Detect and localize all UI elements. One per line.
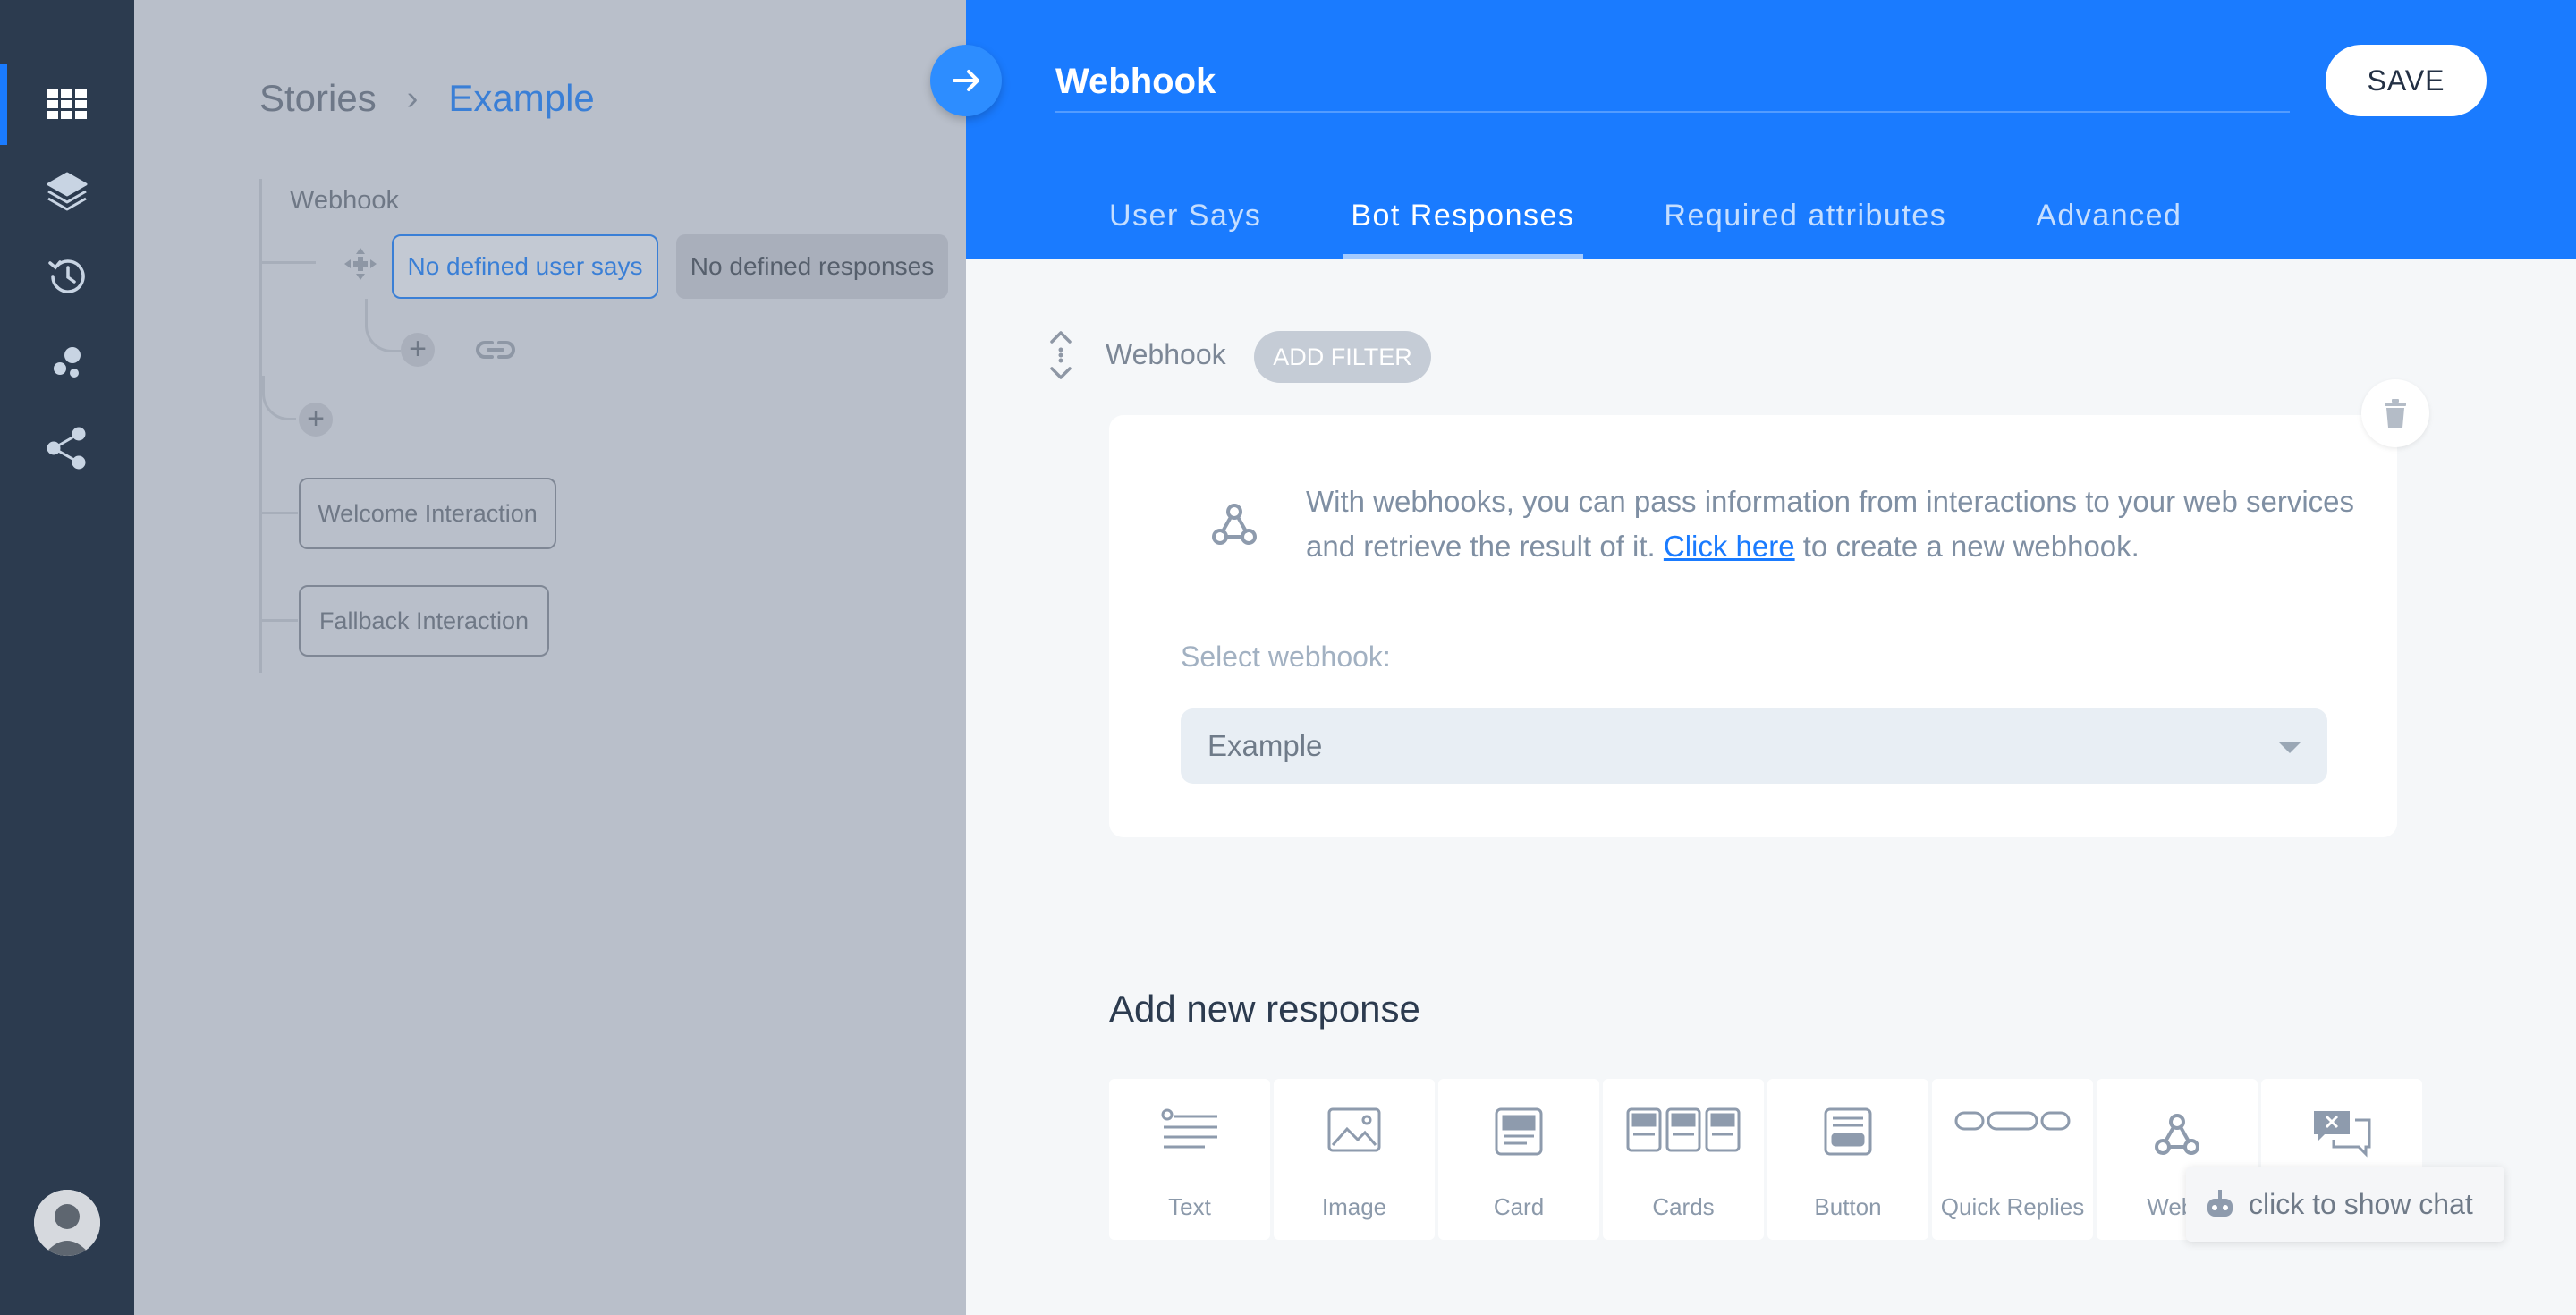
add-interaction-button[interactable]: + xyxy=(299,403,333,437)
robot-icon xyxy=(2207,1190,2233,1217)
add-filter-button[interactable]: ADD FILTER xyxy=(1254,331,1431,383)
response-type-text[interactable]: Text xyxy=(1109,1079,1270,1240)
tree-branch xyxy=(262,261,316,264)
fallback-interaction-node[interactable]: Fallback Interaction xyxy=(299,585,549,657)
bubbles-icon xyxy=(54,347,80,378)
tab-advanced[interactable]: Advanced xyxy=(2036,188,2182,259)
tree-branch xyxy=(262,376,296,420)
webhook-icon xyxy=(1212,504,1257,545)
tab-bot-responses[interactable]: Bot Responses xyxy=(1343,188,1584,259)
breadcrumb-separator-icon: › xyxy=(406,79,419,117)
responses-pill[interactable]: No defined responses xyxy=(676,234,948,299)
response-type-cards[interactable]: Cards xyxy=(1603,1079,1764,1240)
tree-branch xyxy=(262,512,298,514)
grid-icon xyxy=(47,89,87,119)
breadcrumb-stories[interactable]: Stories xyxy=(259,77,377,120)
sidebar-item-layers[interactable] xyxy=(0,150,134,231)
welcome-interaction-node[interactable]: Welcome Interaction xyxy=(299,478,556,549)
add-response-title: Add new response xyxy=(1109,988,1420,1030)
drag-handle-icon[interactable] xyxy=(1043,329,1079,381)
add-child-button[interactable]: + xyxy=(401,333,435,367)
quick-replies-icon xyxy=(1954,1111,2071,1131)
story-canvas: Stories › Example Webhook No defined use… xyxy=(134,0,966,1315)
tree-branch xyxy=(365,299,401,352)
arrow-right-icon xyxy=(953,70,979,91)
sidebar-item-stories[interactable] xyxy=(0,64,134,145)
response-type-image[interactable]: Image xyxy=(1274,1079,1435,1240)
response-type-card[interactable]: Card xyxy=(1438,1079,1599,1240)
response-type-label: Text xyxy=(1168,1193,1211,1220)
interaction-title-input[interactable]: Webhook xyxy=(1055,52,2290,113)
interaction-editor-panel: Webhook SAVE User Says Bot Responses Req… xyxy=(966,0,2576,1315)
sidebar-item-share[interactable] xyxy=(0,408,134,488)
breadcrumb: Stories › Example xyxy=(259,77,595,120)
webhook-select[interactable]: Example xyxy=(1181,708,2327,784)
chat-close-icon xyxy=(2314,1111,2371,1158)
select-webhook-label: Select webhook: xyxy=(1181,641,1391,673)
delete-response-button[interactable] xyxy=(2361,379,2429,447)
response-type-label: Button xyxy=(1814,1193,1882,1220)
tree-trunk xyxy=(259,179,262,673)
response-type-label: Webhook xyxy=(1106,338,1226,370)
show-chat-label: click to show chat xyxy=(2249,1187,2473,1220)
sidebar-item-history[interactable] xyxy=(0,236,134,317)
breadcrumb-current: Example xyxy=(448,77,595,119)
avatar[interactable] xyxy=(34,1190,100,1256)
user-avatar-icon xyxy=(34,1190,100,1256)
collapse-panel-button[interactable] xyxy=(930,45,1002,116)
cards-icon xyxy=(1626,1107,1741,1152)
response-type-button[interactable]: Button xyxy=(1767,1079,1928,1240)
link-icon[interactable] xyxy=(474,336,517,363)
node-title: Webhook xyxy=(290,186,399,215)
sidebar-item-bubbles[interactable] xyxy=(0,322,134,403)
card-icon xyxy=(1495,1107,1543,1156)
response-type-quick-replies[interactable]: Quick Replies xyxy=(1932,1079,2093,1240)
webhook-info-text: With webhooks, you can pass information … xyxy=(1306,479,2379,569)
sidebar xyxy=(0,0,134,1315)
show-chat-toast[interactable]: click to show chat xyxy=(2186,1167,2504,1242)
create-webhook-link[interactable]: Click here xyxy=(1664,530,1795,563)
webhook-response-card: With webhooks, you can pass information … xyxy=(1109,415,2397,837)
panel-header: Webhook SAVE User Says Bot Responses Req… xyxy=(966,0,2576,259)
response-type-label: Quick Replies xyxy=(1940,1193,2085,1220)
response-type-label: Cards xyxy=(1652,1193,1715,1220)
chevron-down-icon xyxy=(2279,742,2301,753)
response-type-label: Card xyxy=(1493,1193,1545,1220)
info-text: to create a new webhook. xyxy=(1794,530,2140,563)
text-icon xyxy=(1161,1108,1217,1149)
tab-required-attributes[interactable]: Required attributes xyxy=(1664,188,1946,259)
user-says-pill[interactable]: No defined user says xyxy=(392,234,658,299)
layers-icon xyxy=(47,172,88,211)
history-icon xyxy=(48,259,85,293)
response-type-label: Image xyxy=(1321,1193,1387,1220)
webhook-select-value: Example xyxy=(1208,729,1323,762)
image-icon xyxy=(1327,1107,1381,1152)
share-icon xyxy=(47,427,86,470)
save-button[interactable]: SAVE xyxy=(2326,45,2487,116)
button-icon xyxy=(1824,1107,1872,1156)
tab-bar: User Says Bot Responses Required attribu… xyxy=(1109,188,2271,259)
tab-user-says[interactable]: User Says xyxy=(1109,188,1261,259)
trash-icon xyxy=(2385,399,2406,428)
webhook-icon xyxy=(2155,1114,2199,1155)
tree-branch xyxy=(262,619,298,622)
move-icon[interactable] xyxy=(343,246,378,282)
